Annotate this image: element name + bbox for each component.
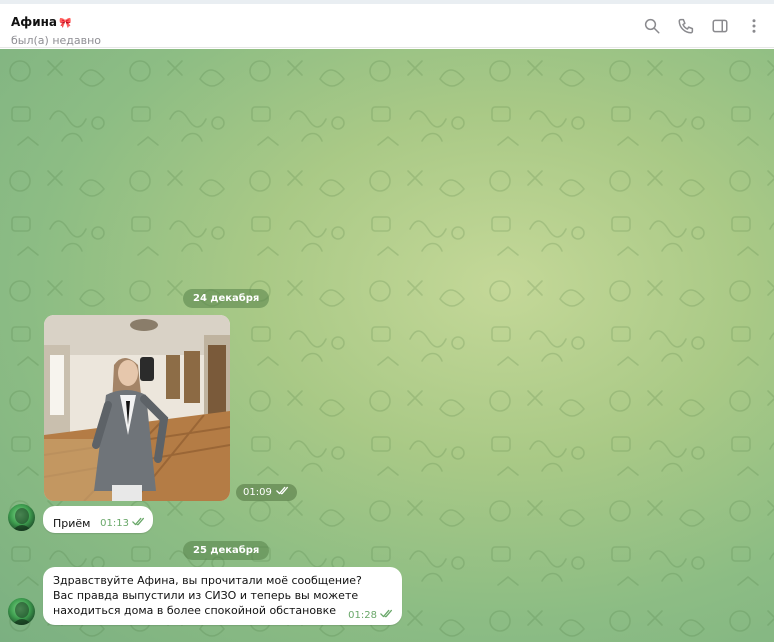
sidebar-toggle-button[interactable]: [710, 16, 730, 36]
message-text: Приём: [53, 517, 91, 530]
double-check-icon: [132, 517, 146, 529]
search-button[interactable]: [642, 16, 662, 36]
search-icon: [644, 18, 660, 34]
avatar[interactable]: [8, 598, 35, 625]
message-time: 01:28: [348, 609, 377, 621]
call-button[interactable]: [676, 16, 696, 36]
photo-message-time: 01:09: [243, 487, 272, 498]
avatar[interactable]: [8, 504, 35, 531]
chat-title[interactable]: Афина 🎀 был(а) недавно: [11, 11, 101, 47]
more-button[interactable]: [744, 16, 764, 36]
date-separator: 24 декабря: [183, 289, 270, 308]
photo-message[interactable]: [44, 315, 230, 501]
date-separator: 25 декабря: [183, 541, 270, 560]
bow-emoji: 🎀: [59, 18, 71, 29]
more-vertical-icon: [752, 19, 756, 33]
message-bubble[interactable]: Здравствуйте Афина, вы прочитали моё соо…: [43, 567, 402, 625]
chat-header: Афина 🎀 был(а) недавно: [0, 4, 774, 48]
photo-message-meta: 01:09: [236, 484, 297, 501]
double-check-icon: [380, 609, 394, 621]
contact-name: Афина: [11, 15, 57, 29]
double-check-icon: [276, 484, 290, 501]
avatar-face-icon: [12, 508, 32, 531]
phone-icon: [678, 18, 694, 34]
message-text: Здравствуйте Афина, вы прочитали моё соо…: [53, 574, 362, 617]
photo-image: [44, 315, 230, 501]
sidebar-toggle-icon: [712, 19, 728, 33]
chat-area[interactable]: 24 декабря 01:09 Приём 01:13 25 декабря …: [0, 49, 774, 642]
message-bubble[interactable]: Приём 01:13: [43, 506, 153, 533]
message-meta: 01:28: [348, 609, 394, 621]
message-meta: 01:13: [100, 517, 146, 529]
message-time: 01:13: [100, 517, 129, 529]
avatar-face-icon: [12, 602, 32, 625]
header-actions: [642, 16, 764, 36]
last-seen-status: был(а) недавно: [11, 34, 102, 47]
